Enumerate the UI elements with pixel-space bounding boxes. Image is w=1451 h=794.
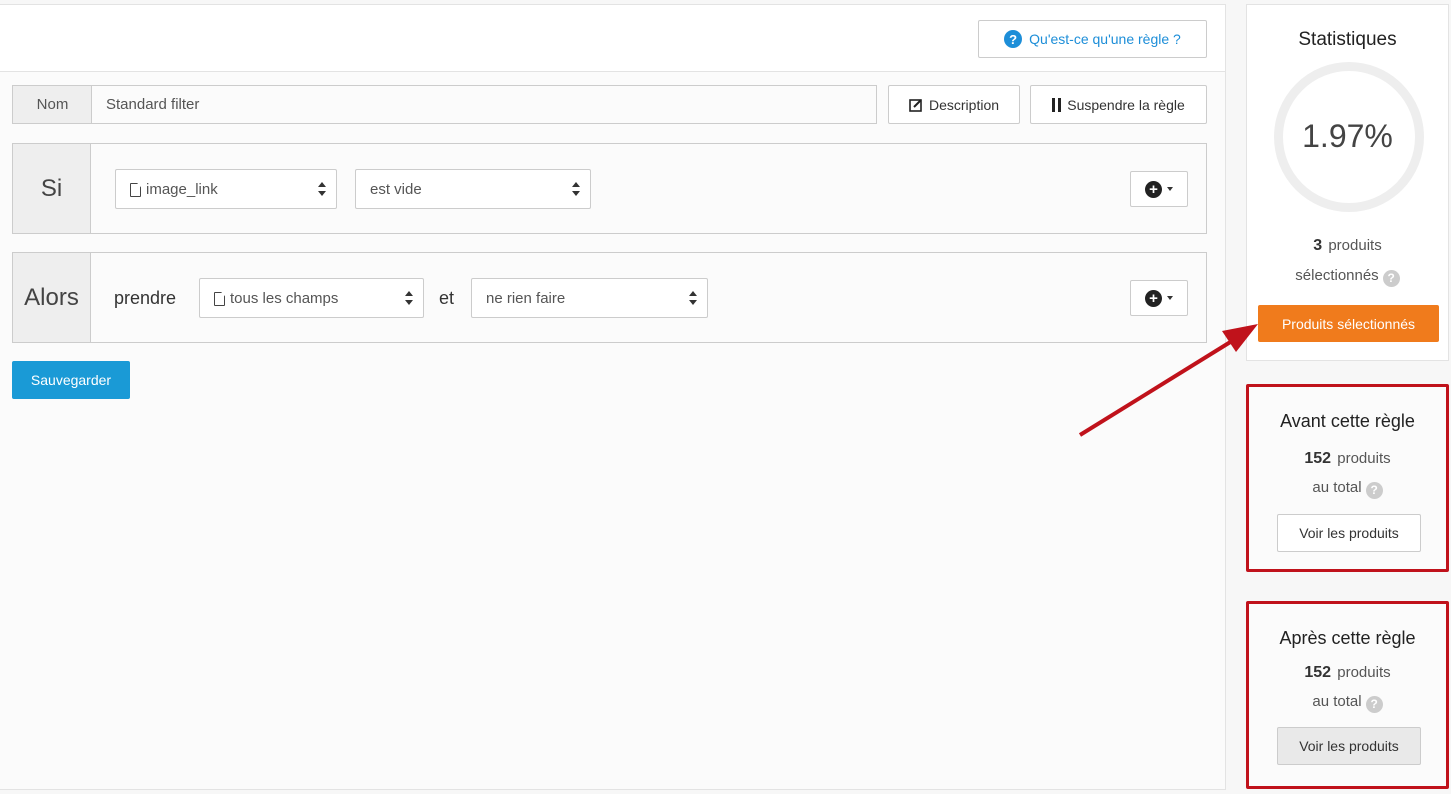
if-condition-box: Si image_link est vide + <box>12 143 1207 234</box>
help-icon[interactable]: ? <box>1365 481 1383 499</box>
rule-editor-header: ? Qu'est-ce qu'une règle ? <box>0 5 1225 72</box>
then-field-select[interactable]: tous les champs <box>199 278 424 318</box>
statistics-title: Statistiques <box>1298 29 1397 50</box>
plus-circle-icon: + <box>1145 180 1162 198</box>
then-field-value: tous les champs <box>230 289 339 307</box>
select-arrows-icon <box>405 291 413 305</box>
before-view-products-button[interactable]: Voir les produits <box>1277 514 1421 552</box>
before-count-line: 152 produits <box>1249 450 1446 468</box>
before-count-unit: produits <box>1337 450 1391 467</box>
before-rule-panel: Avant cette règle 152 produits au total?… <box>1246 384 1449 572</box>
selected-count-unit: produits <box>1328 237 1382 254</box>
after-count: 152 <box>1304 664 1332 681</box>
help-icon[interactable]: ? <box>1365 695 1383 713</box>
if-operator-select[interactable]: est vide <box>355 169 591 209</box>
question-circle-icon: ? <box>1004 30 1023 48</box>
before-rule-title: Avant cette règle <box>1280 411 1415 431</box>
if-label: Si <box>13 144 91 233</box>
select-arrows-icon <box>689 291 697 305</box>
then-action-value: ne rien faire <box>486 289 566 307</box>
selected-count-suffix: sélectionnés <box>1295 267 1379 284</box>
before-count: 152 <box>1304 450 1332 467</box>
selected-products-button[interactable]: Produits sélectionnés <box>1258 305 1439 342</box>
caret-down-icon <box>1167 187 1173 191</box>
add-action-button[interactable]: + <box>1130 280 1188 316</box>
then-connector-text: et <box>439 288 455 308</box>
selected-suffix-line: sélectionnés? <box>1247 267 1448 287</box>
file-icon <box>214 292 225 306</box>
rule-name-input[interactable] <box>91 85 877 124</box>
if-field-value: image_link <box>146 180 218 198</box>
then-label: Alors <box>13 253 91 342</box>
if-field-select[interactable]: image_link <box>115 169 337 209</box>
caret-down-icon <box>1167 296 1173 300</box>
edit-icon <box>909 98 922 112</box>
after-count-suffix: au total <box>1312 693 1362 710</box>
name-label: Nom <box>12 85 92 124</box>
selected-count-line: 3 produits <box>1247 237 1448 255</box>
after-count-unit: produits <box>1337 664 1391 681</box>
suspend-rule-button[interactable]: Suspendre la règle <box>1030 85 1207 124</box>
selected-count: 3 <box>1313 237 1323 254</box>
then-action-box: Alors prendre tous les champs et ne rien… <box>12 252 1207 343</box>
then-action-select[interactable]: ne rien faire <box>471 278 708 318</box>
plus-circle-icon: + <box>1145 289 1162 307</box>
before-suffix-line: au total? <box>1249 479 1446 499</box>
statistics-panel: Statistiques 1.97% 3 produits sélectionn… <box>1246 4 1449 361</box>
help-icon[interactable]: ? <box>1382 269 1400 287</box>
after-view-products-button[interactable]: Voir les produits <box>1277 727 1421 765</box>
save-button[interactable]: Sauvegarder <box>12 361 130 399</box>
after-rule-panel: Après cette règle 152 produits au total?… <box>1246 601 1449 789</box>
if-operator-value: est vide <box>370 180 422 198</box>
then-prefix-text: prendre <box>114 288 177 308</box>
after-count-line: 152 produits <box>1249 664 1446 682</box>
select-arrows-icon <box>572 182 580 196</box>
after-rule-title: Après cette règle <box>1279 628 1416 648</box>
description-button-label: Description <box>928 96 1000 113</box>
before-count-suffix: au total <box>1312 479 1362 496</box>
suspend-rule-label: Suspendre la règle <box>1067 96 1185 113</box>
pause-icon <box>1052 97 1062 112</box>
file-icon <box>130 183 141 197</box>
percentage-value: 1.97% <box>1302 118 1393 154</box>
help-button-label: Qu'est-ce qu'une règle ? <box>1029 31 1181 47</box>
after-suffix-line: au total? <box>1249 693 1446 713</box>
select-arrows-icon <box>318 182 326 196</box>
description-button[interactable]: Description <box>888 85 1020 124</box>
help-button[interactable]: ? Qu'est-ce qu'une règle ? <box>978 20 1207 58</box>
add-condition-button[interactable]: + <box>1130 171 1188 207</box>
